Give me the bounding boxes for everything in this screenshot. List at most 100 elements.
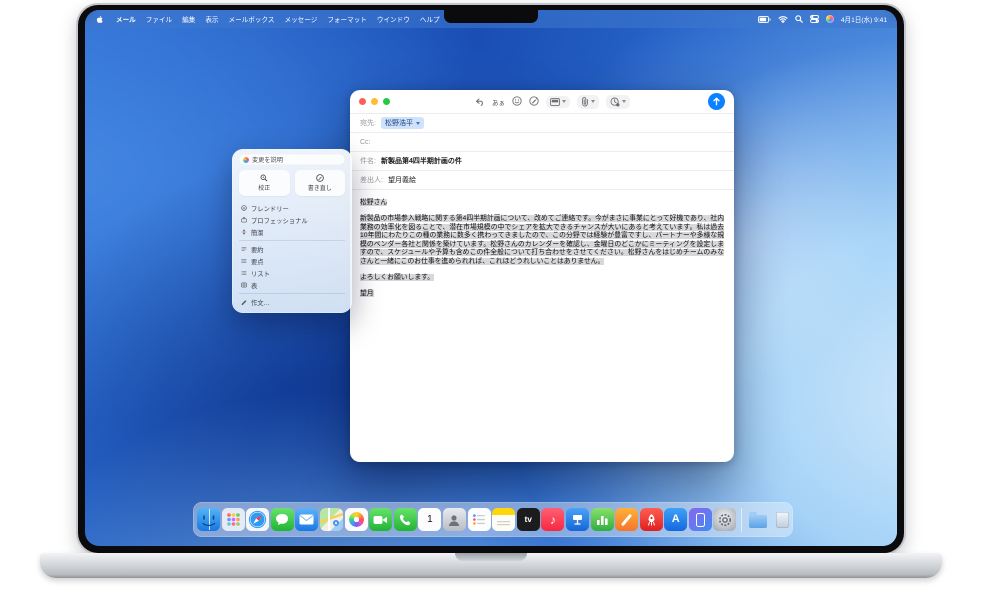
dock-launchpad-icon[interactable] bbox=[222, 508, 245, 531]
search-icon[interactable] bbox=[795, 15, 803, 23]
chevron-down-icon bbox=[562, 100, 566, 103]
body-signature: 望月 bbox=[360, 290, 374, 297]
dock-trash-icon[interactable] bbox=[771, 508, 794, 531]
dock-messages-icon[interactable] bbox=[271, 508, 294, 531]
menu-item-edit[interactable]: 編集 bbox=[177, 14, 200, 24]
recipient-name: 松野浩平 bbox=[385, 118, 413, 128]
calendar-date-number: 1 bbox=[427, 515, 433, 525]
zoom-window-button[interactable] bbox=[383, 98, 390, 105]
dock-contacts-icon[interactable] bbox=[443, 508, 466, 531]
display-notch bbox=[444, 10, 538, 23]
menu-item-file[interactable]: ファイル bbox=[141, 14, 177, 24]
cc-field[interactable]: Cc: bbox=[350, 132, 734, 151]
dock-iphone-mirroring-icon[interactable] bbox=[689, 508, 712, 531]
control-center-icon[interactable] bbox=[810, 15, 819, 23]
appstore-letter: A bbox=[672, 514, 680, 525]
writing-tools-popup: 変更を説明 校正 書き直し フレンドリー プロフェ bbox=[232, 149, 352, 313]
describe-change-field[interactable]: 変更を説明 bbox=[239, 154, 345, 165]
transform-table-label: 表 bbox=[251, 281, 257, 290]
message-body[interactable]: 松野さん 新製品の市場参入戦略に関する第4四半期計画について、改めてご連絡です。… bbox=[350, 190, 734, 308]
menu-item-message[interactable]: メッセージ bbox=[280, 14, 323, 24]
dock-pages-icon[interactable] bbox=[615, 508, 638, 531]
dock-photos-icon[interactable] bbox=[345, 508, 368, 531]
tone-concise-item[interactable]: 簡潔 bbox=[239, 226, 345, 238]
compose-label: 作文… bbox=[251, 298, 270, 307]
apple-menu-icon[interactable] bbox=[95, 15, 104, 24]
from-value: 望月義絵 bbox=[388, 175, 416, 185]
describe-change-placeholder: 変更を説明 bbox=[252, 155, 283, 164]
menubar-datetime[interactable]: 4月1日(水) 9:41 bbox=[841, 14, 887, 24]
dock-appstore-icon[interactable]: A bbox=[664, 508, 687, 531]
dock-settings-icon[interactable] bbox=[713, 508, 736, 531]
token-chevron-icon bbox=[416, 122, 420, 125]
dock-numbers-icon[interactable] bbox=[591, 508, 614, 531]
dock-downloads-folder-icon[interactable] bbox=[747, 508, 770, 531]
emoji-icon[interactable] bbox=[512, 93, 522, 111]
concise-icon bbox=[241, 229, 247, 235]
briefcase-icon bbox=[241, 217, 247, 223]
menu-item-mailbox[interactable]: メールボックス bbox=[224, 14, 280, 24]
attach-file-button[interactable] bbox=[577, 95, 599, 109]
dock-rocket-icon[interactable] bbox=[640, 508, 663, 531]
battery-icon[interactable] bbox=[758, 16, 771, 23]
siri-icon[interactable] bbox=[826, 15, 834, 23]
menu-item-help[interactable]: ヘルプ bbox=[415, 14, 445, 24]
close-window-button[interactable] bbox=[359, 98, 366, 105]
menu-item-format[interactable]: フォーマット bbox=[322, 14, 372, 24]
transform-summary-item[interactable]: 要約 bbox=[239, 243, 345, 255]
dock-music-icon[interactable]: ♪ bbox=[541, 508, 564, 531]
friendly-icon bbox=[241, 205, 247, 211]
dock-keynote-icon[interactable] bbox=[566, 508, 589, 531]
schedule-send-button[interactable] bbox=[606, 95, 630, 109]
tone-concise-label: 簡潔 bbox=[251, 228, 264, 237]
window-titlebar[interactable]: あぁ bbox=[350, 90, 734, 113]
to-field[interactable]: 宛先: 松野浩平 bbox=[350, 113, 734, 132]
menu-item-view[interactable]: 表示 bbox=[200, 14, 223, 24]
transform-keypoints-label: 要点 bbox=[251, 257, 264, 266]
dock-finder-icon[interactable] bbox=[197, 508, 220, 531]
body-closing: よろしくお願いします。 bbox=[360, 274, 434, 281]
send-button[interactable] bbox=[708, 93, 725, 110]
mail-compose-window: あぁ 宛先: 松野浩平 bbox=[350, 90, 734, 462]
dock-reminders-icon[interactable] bbox=[468, 508, 491, 531]
tone-friendly-item[interactable]: フレンドリー bbox=[239, 202, 345, 214]
address-fields: 宛先: 松野浩平 Cc: 件名: 新製品第4四半期計画の件 差出人: 望月義絵 bbox=[350, 113, 734, 190]
rewrite-label: 書き直し bbox=[308, 183, 332, 192]
rewrite-icon bbox=[316, 174, 324, 182]
to-label: 宛先: bbox=[360, 118, 376, 128]
recipient-token[interactable]: 松野浩平 bbox=[381, 117, 424, 129]
subject-field[interactable]: 件名: 新製品第4四半期計画の件 bbox=[350, 151, 734, 170]
minimize-window-button[interactable] bbox=[371, 98, 378, 105]
compose-item[interactable]: 作文… bbox=[239, 296, 345, 308]
dock-tv-icon[interactable]: tv bbox=[517, 508, 540, 531]
dock-notes-icon[interactable] bbox=[492, 508, 515, 531]
rewrite-button[interactable]: 書き直し bbox=[295, 170, 346, 196]
photo-browser-button[interactable] bbox=[546, 96, 570, 108]
photos-pinwheel bbox=[349, 512, 364, 527]
dock-calendar-icon[interactable]: 1 bbox=[418, 508, 441, 531]
key-points-icon bbox=[241, 258, 247, 264]
subject-label: 件名: bbox=[360, 156, 376, 166]
dock-safari-icon[interactable] bbox=[246, 508, 269, 531]
transform-list-label: リスト bbox=[251, 269, 270, 278]
undo-icon[interactable] bbox=[475, 93, 485, 111]
from-field[interactable]: 差出人: 望月義絵 bbox=[350, 170, 734, 189]
transform-list-item[interactable]: リスト bbox=[239, 267, 345, 279]
compose-pencil-icon bbox=[241, 299, 247, 305]
format-text-icon[interactable]: あぁ bbox=[492, 97, 505, 107]
dock-mail-icon[interactable] bbox=[295, 508, 318, 531]
chevron-down-icon bbox=[622, 100, 626, 103]
trash-bin bbox=[776, 512, 789, 528]
menu-item-window[interactable]: ウインドウ bbox=[372, 14, 415, 24]
menu-item-mail[interactable]: メール bbox=[111, 14, 141, 24]
folder-shape bbox=[749, 515, 767, 528]
dock-phone-icon[interactable] bbox=[394, 508, 417, 531]
tone-professional-item[interactable]: プロフェッショナル bbox=[239, 214, 345, 226]
transform-keypoints-item[interactable]: 要点 bbox=[239, 255, 345, 267]
proofread-button[interactable]: 校正 bbox=[239, 170, 290, 196]
dock-facetime-icon[interactable] bbox=[369, 508, 392, 531]
dock-maps-icon[interactable] bbox=[320, 508, 343, 531]
wifi-icon[interactable] bbox=[778, 15, 788, 23]
writing-tools-icon[interactable] bbox=[529, 93, 539, 111]
transform-table-item[interactable]: 表 bbox=[239, 279, 345, 291]
